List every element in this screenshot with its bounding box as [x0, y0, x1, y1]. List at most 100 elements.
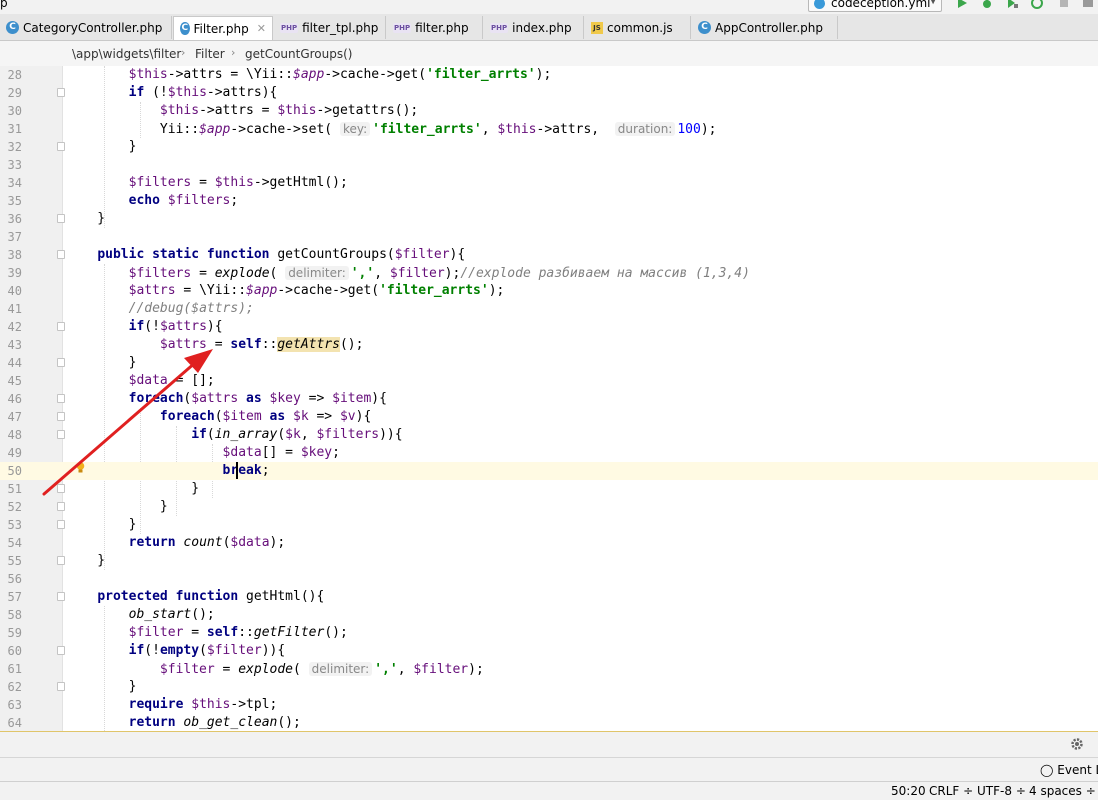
breadcrumb-path[interactable]: \app\widgets\filter — [72, 47, 181, 61]
code-line: protected function getHtml(){ — [97, 589, 325, 604]
fold-marker[interactable] — [57, 394, 65, 403]
file-encoding[interactable]: UTF-8 ÷ — [977, 784, 1026, 798]
breadcrumb-method[interactable]: getCountGroups() — [245, 47, 353, 61]
line-number: 45 — [7, 374, 22, 388]
updown-icon: ÷ — [1015, 784, 1026, 798]
current-line[interactable]: 50 break; — [0, 462, 1098, 480]
run-config-selector[interactable]: codeception.yml ▼ — [808, 0, 942, 12]
fold-marker[interactable] — [57, 556, 65, 565]
line-number: 60 — [7, 644, 22, 658]
tab-filter-active[interactable]: C Filter.php ✕ — [173, 16, 273, 40]
fold-marker[interactable] — [57, 520, 65, 529]
parameter-hint: delimiter: — [308, 662, 373, 676]
tab-filter-tpl[interactable]: PHP filter_tpl.php — [274, 16, 386, 39]
fold-marker[interactable] — [57, 682, 65, 691]
line-number: 49 — [7, 446, 22, 460]
line-number: 55 — [7, 554, 22, 568]
codeception-icon — [814, 0, 825, 9]
status-bar: 50:20 CRLF ÷ UTF-8 ÷ 4 spaces ÷ — [0, 781, 1098, 800]
line-number: 41 — [7, 302, 22, 316]
tab-appcontroller[interactable]: C AppController.php — [692, 16, 838, 39]
tab-label: filter_tpl.php — [302, 20, 379, 35]
line-number: 61 — [7, 662, 22, 676]
tab-categorycontroller[interactable]: C CategoryController.php — [0, 16, 172, 39]
line-number: 46 — [7, 392, 22, 406]
code-comment: //explode разбиваем на массив (1,3,4) — [460, 266, 750, 281]
line-number: 62 — [7, 680, 22, 694]
code-line: ob_start(); — [128, 607, 215, 622]
updown-icon: ÷ — [963, 784, 974, 798]
code-line: } — [66, 679, 137, 694]
line-number: 56 — [7, 572, 22, 586]
line-number: 53 — [7, 518, 22, 532]
indent-setting[interactable]: 4 spaces ÷ — [1029, 784, 1096, 798]
code-line: $attrs = self::getAttrs(); — [159, 337, 364, 352]
code-editor[interactable]: 28 $this->attrs = \Yii::$app->cache->get… — [0, 66, 1098, 731]
line-separator[interactable]: CRLF ÷ — [929, 784, 973, 798]
code-line: return count($data); — [128, 535, 286, 550]
code-line: $this->attrs = $this->getattrs(); — [159, 103, 419, 118]
code-line: return ob_get_clean(); — [128, 715, 301, 730]
fold-marker[interactable] — [57, 592, 65, 601]
code-line: } — [66, 481, 200, 496]
code-line: } — [66, 517, 137, 532]
class-icon: C — [698, 21, 711, 34]
code-line: Yii::$app->cache->set( key:'filter_arrts… — [66, 122, 717, 137]
code-line: break; — [222, 463, 270, 478]
fold-marker[interactable] — [57, 412, 65, 421]
line-number: 38 — [7, 248, 22, 262]
tab-index[interactable]: PHP index.php — [484, 16, 584, 39]
vcs-icon[interactable] — [1082, 0, 1094, 9]
fold-marker[interactable] — [57, 142, 65, 151]
run-icon[interactable] — [956, 0, 968, 9]
line-number: 36 — [7, 212, 22, 226]
profile-icon[interactable] — [1031, 0, 1043, 9]
string-literal: ',' — [350, 266, 375, 281]
coverage-icon[interactable] — [1006, 0, 1018, 9]
fold-marker[interactable] — [57, 250, 65, 259]
string-literal: 'filter_arrts' — [426, 67, 536, 82]
line-number: 63 — [7, 698, 22, 712]
gear-icon[interactable] — [1070, 737, 1084, 751]
line-number: 33 — [7, 158, 22, 172]
code-line: require $this->tpl; — [128, 697, 278, 712]
line-number: 32 — [7, 140, 22, 154]
line-number: 58 — [7, 608, 22, 622]
stop-icon[interactable] — [1058, 0, 1070, 9]
code-line: } — [66, 553, 106, 568]
close-icon[interactable]: ✕ — [257, 22, 266, 35]
code-line: $filter = self::getFilter(); — [128, 625, 348, 640]
code-line: } — [66, 211, 106, 226]
event-log-button[interactable]: ◯ Event Lo — [1040, 763, 1098, 777]
fold-marker[interactable] — [57, 88, 65, 97]
code-line: foreach($attrs as $key => $item){ — [128, 391, 387, 406]
tab-label: CategoryController.php — [23, 20, 163, 35]
fold-marker[interactable] — [57, 646, 65, 655]
fold-marker[interactable] — [57, 430, 65, 439]
string-literal: 'filter_arrts' — [379, 283, 489, 298]
fold-marker[interactable] — [57, 484, 65, 493]
tab-filter-php[interactable]: PHP filter.php — [387, 16, 483, 39]
code-line: } — [66, 499, 168, 514]
fold-marker[interactable] — [57, 214, 65, 223]
code-line: public static function getCountGroups($f… — [97, 247, 466, 262]
debug-icon[interactable] — [981, 0, 993, 9]
number-literal: 100 — [677, 122, 701, 137]
line-number: 47 — [7, 410, 22, 424]
line-number: 42 — [7, 320, 22, 334]
window-title-fragment: p — [0, 0, 8, 10]
fold-marker[interactable] — [57, 322, 65, 331]
fold-marker[interactable] — [57, 358, 65, 367]
class-icon: C — [180, 22, 190, 35]
breadcrumb-class[interactable]: Filter — [195, 47, 225, 61]
php-file-icon: PHP — [280, 22, 299, 33]
line-number: 31 — [7, 122, 22, 136]
code-line: foreach($item as $k => $v){ — [159, 409, 372, 424]
tab-common-js[interactable]: JS common.js — [585, 16, 691, 39]
lightbulb-icon[interactable] — [76, 462, 85, 473]
line-number: 44 — [7, 356, 22, 370]
line-number: 35 — [7, 194, 22, 208]
fold-marker[interactable] — [57, 502, 65, 511]
tab-label: Filter.php — [193, 21, 249, 36]
caret-position[interactable]: 50:20 — [891, 784, 926, 798]
